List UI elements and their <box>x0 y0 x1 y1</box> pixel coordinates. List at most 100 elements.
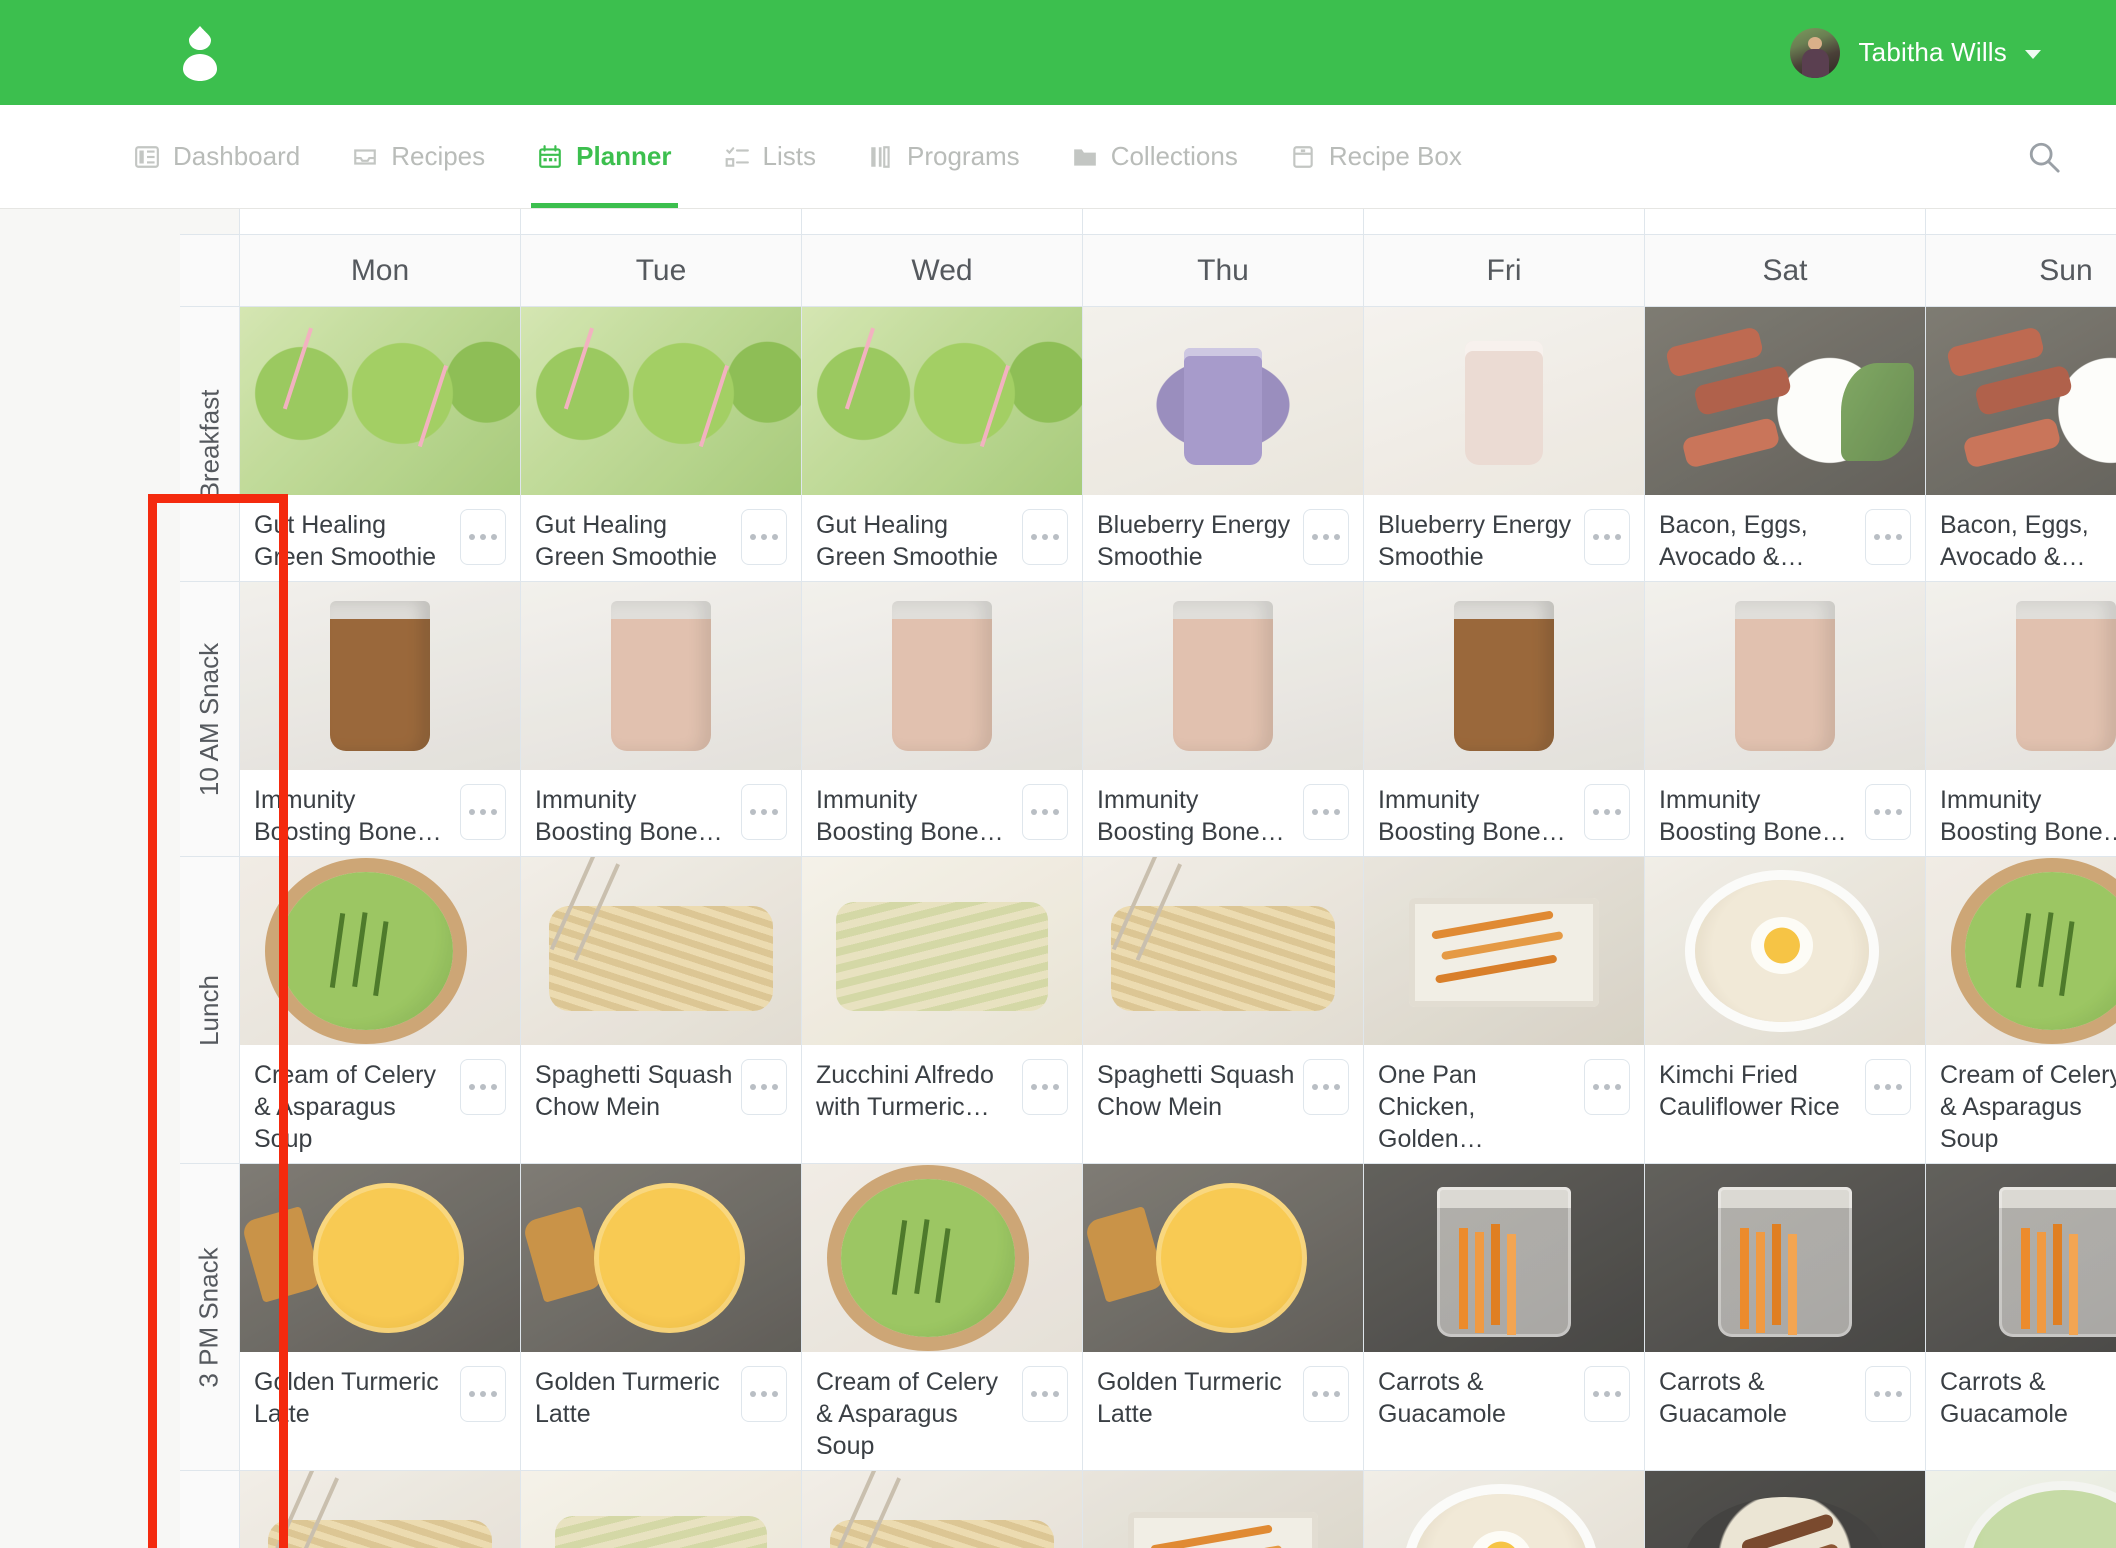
recipe-photo[interactable] <box>1645 1164 1925 1352</box>
recipe-photo[interactable] <box>1645 582 1925 770</box>
more-options-icon[interactable] <box>460 1059 506 1115</box>
recipe-photo[interactable] <box>521 582 801 770</box>
partial-row-cell[interactable] <box>1364 209 1645 235</box>
planner-cell[interactable]: Cream of Celery & Asparagus Soup <box>802 1164 1083 1471</box>
more-options-icon[interactable] <box>1303 1366 1349 1422</box>
planner-cell[interactable]: Zucchini Alfredo with Turmeric… <box>802 857 1083 1164</box>
planner-cell[interactable]: Kimchi Fried Cauliflower Rice <box>1645 857 1926 1164</box>
planner-cell[interactable]: Blueberry Energy Smoothie <box>1083 307 1364 582</box>
more-options-icon[interactable] <box>1303 1059 1349 1115</box>
planner-cell[interactable]: Kimchi Fried Cauliflower Rice <box>1364 1471 1645 1548</box>
planner-cell[interactable]: Cream of Celery & Asparagus Soup <box>1926 857 2116 1164</box>
more-options-icon[interactable] <box>741 1366 787 1422</box>
more-options-icon[interactable] <box>1865 1059 1911 1115</box>
recipe-photo[interactable] <box>1364 582 1644 770</box>
planner-cell[interactable]: Carrots & Guacamole <box>1926 1164 2116 1471</box>
partial-row-cell[interactable] <box>1926 209 2116 235</box>
recipe-photo[interactable] <box>1926 1164 2116 1352</box>
recipe-photo[interactable] <box>1364 307 1644 495</box>
recipe-photo[interactable] <box>1926 582 2116 770</box>
more-options-icon[interactable] <box>1303 509 1349 565</box>
more-options-icon[interactable] <box>460 784 506 840</box>
planner-cell[interactable]: Bacon, Eggs, Avocado &… <box>1926 307 2116 582</box>
recipe-photo[interactable] <box>1645 307 1925 495</box>
nav-item-recipes[interactable]: Recipes <box>326 105 511 208</box>
search-button[interactable] <box>2027 140 2061 174</box>
recipe-photo[interactable] <box>521 1164 801 1352</box>
planner-cell[interactable]: Immunity Boosting Bone… <box>1083 582 1364 857</box>
recipe-photo[interactable] <box>1083 1164 1363 1352</box>
recipe-photo[interactable] <box>240 1164 520 1352</box>
nav-item-planner[interactable]: Planner <box>511 105 697 208</box>
planner-cell[interactable]: Carrots & Guacamole <box>1645 1164 1926 1471</box>
planner-cell[interactable]: Immunity Boosting Bone… <box>521 582 802 857</box>
recipe-photo[interactable] <box>240 857 520 1045</box>
planner-cell[interactable]: Sausage & Sauerkraut Skillet <box>1926 1471 2116 1548</box>
planner-cell[interactable]: Carrots & Guacamole <box>1364 1164 1645 1471</box>
recipe-photo[interactable] <box>521 1471 801 1548</box>
planner-cell[interactable]: Immunity Boosting Bone… <box>802 582 1083 857</box>
more-options-icon[interactable] <box>1584 784 1630 840</box>
more-options-icon[interactable] <box>1865 784 1911 840</box>
planner-cell[interactable]: One Pan Chicken, Golden… <box>1364 857 1645 1164</box>
planner-cell[interactable]: Spaghetti Squash Chow Mein <box>521 857 802 1164</box>
planner-cell[interactable]: Blueberry Energy Smoothie <box>1364 307 1645 582</box>
partial-row-cell[interactable] <box>521 209 802 235</box>
more-options-icon[interactable] <box>1022 509 1068 565</box>
planner-cell[interactable]: Immunity Boosting Bone… <box>240 582 521 857</box>
planner-cell[interactable]: Gut Healing Green Smoothie <box>240 307 521 582</box>
recipe-photo[interactable] <box>1083 582 1363 770</box>
recipe-photo[interactable] <box>1926 307 2116 495</box>
planner-cell[interactable]: Immunity Boosting Bone… <box>1926 582 2116 857</box>
more-options-icon[interactable] <box>1022 784 1068 840</box>
planner-cell[interactable]: Bacon, Eggs, Avocado &… <box>1645 307 1926 582</box>
more-options-icon[interactable] <box>741 784 787 840</box>
planner-cell[interactable]: Cream of Celery & Asparagus Soup <box>240 857 521 1164</box>
nav-item-recipe-box[interactable]: Recipe Box <box>1264 105 1488 208</box>
recipe-photo[interactable] <box>802 1471 1082 1548</box>
planner-cell[interactable]: Golden Turmeric Latte <box>521 1164 802 1471</box>
nav-item-lists[interactable]: Lists <box>698 105 842 208</box>
planner-cell[interactable]: Zucchini Alfredo with Turmeric… <box>521 1471 802 1548</box>
more-options-icon[interactable] <box>1584 1366 1630 1422</box>
recipe-photo[interactable] <box>1364 857 1644 1045</box>
more-options-icon[interactable] <box>1022 1366 1068 1422</box>
more-options-icon[interactable] <box>1865 1366 1911 1422</box>
recipe-photo[interactable] <box>521 307 801 495</box>
partial-row-cell[interactable] <box>1083 209 1364 235</box>
nav-item-programs[interactable]: Programs <box>842 105 1046 208</box>
recipe-photo[interactable] <box>1926 1471 2116 1548</box>
planner-cell[interactable]: Golden Turmeric Latte <box>240 1164 521 1471</box>
partial-row-cell[interactable] <box>240 209 521 235</box>
recipe-photo[interactable] <box>802 1164 1082 1352</box>
more-options-icon[interactable] <box>460 509 506 565</box>
planner-cell[interactable]: Gut Healing Green Smoothie <box>802 307 1083 582</box>
more-options-icon[interactable] <box>1022 1059 1068 1115</box>
more-options-icon[interactable] <box>1303 784 1349 840</box>
nav-item-collections[interactable]: Collections <box>1046 105 1264 208</box>
recipe-photo[interactable] <box>802 582 1082 770</box>
recipe-photo[interactable] <box>802 857 1082 1045</box>
recipe-photo[interactable] <box>1364 1164 1644 1352</box>
partial-row-cell[interactable] <box>1645 209 1926 235</box>
recipe-photo[interactable] <box>1083 1471 1363 1548</box>
partial-row-cell[interactable] <box>802 209 1083 235</box>
recipe-photo[interactable] <box>240 582 520 770</box>
recipe-photo[interactable] <box>1645 1471 1925 1548</box>
planner-cell[interactable]: Spaghetti Squash Chow Mein <box>1083 857 1364 1164</box>
recipe-photo[interactable] <box>1364 1471 1644 1548</box>
planner-cell[interactable]: Immunity Boosting Bone… <box>1364 582 1645 857</box>
more-options-icon[interactable] <box>741 1059 787 1115</box>
planner-cell[interactable]: Spaghetti Squash Chow Mein <box>240 1471 521 1548</box>
more-options-icon[interactable] <box>1584 509 1630 565</box>
chevron-down-icon[interactable] <box>2025 50 2041 59</box>
planner-cell[interactable]: Sausage & Sauerkraut Skillet <box>1645 1471 1926 1548</box>
recipe-photo[interactable] <box>1645 857 1925 1045</box>
recipe-photo[interactable] <box>1083 857 1363 1045</box>
more-options-icon[interactable] <box>741 509 787 565</box>
recipe-photo[interactable] <box>1926 857 2116 1045</box>
more-options-icon[interactable] <box>1584 1059 1630 1115</box>
more-options-icon[interactable] <box>1865 509 1911 565</box>
recipe-photo[interactable] <box>802 307 1082 495</box>
planner-cell[interactable]: Gut Healing Green Smoothie <box>521 307 802 582</box>
